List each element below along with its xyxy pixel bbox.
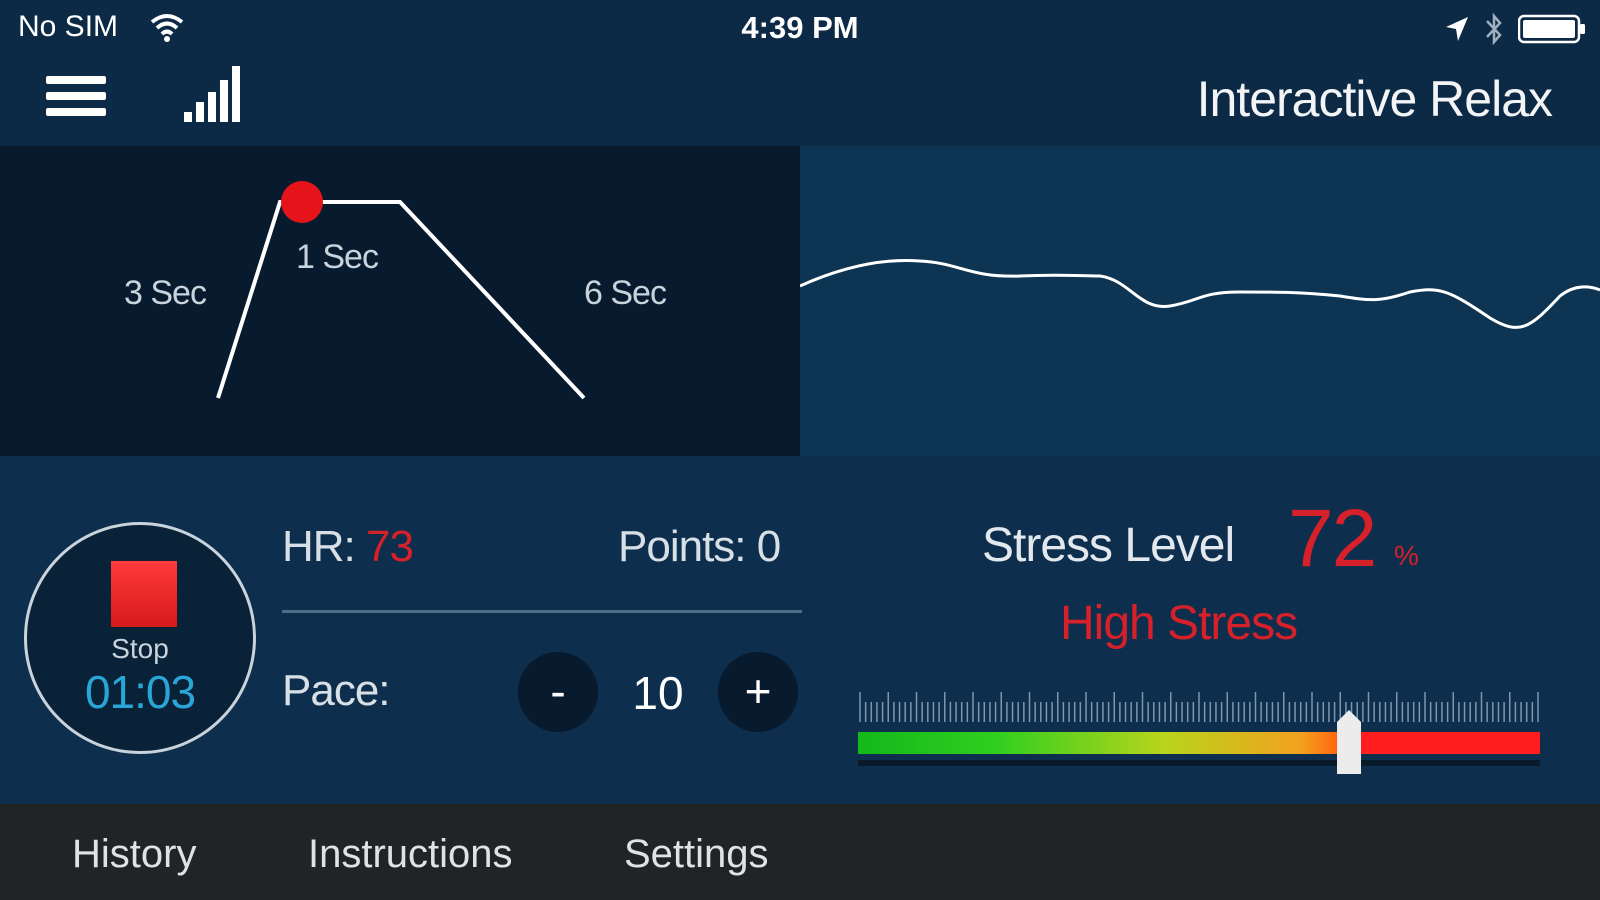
pace-value: 10 xyxy=(632,667,684,719)
stop-button[interactable]: Stop 01:03 xyxy=(24,522,256,754)
stress-level-unit: % xyxy=(1394,540,1419,571)
signal-bars-icon[interactable] xyxy=(182,64,244,129)
pace-increase-button[interactable]: + xyxy=(718,652,798,732)
hr-value: 73 xyxy=(366,522,414,571)
app-title: Interactive Relax xyxy=(1196,71,1553,127)
heart-rate-readout: HR: 73 xyxy=(282,522,414,572)
tab-settings[interactable]: Settings xyxy=(624,832,769,877)
breathing-pattern-panel: 3 Sec 1 Sec 6 Sec xyxy=(0,146,800,456)
gauge-ticks xyxy=(859,692,1539,722)
stop-icon xyxy=(111,561,177,627)
session-timer: 01:03 xyxy=(84,666,196,718)
heart-rate-wave-panel xyxy=(800,146,1600,456)
exhale-duration-label: 6 Sec xyxy=(584,274,667,312)
divider xyxy=(282,610,802,613)
gauge-thumb[interactable] xyxy=(1337,710,1362,774)
inhale-duration-label: 3 Sec xyxy=(124,274,207,312)
tab-history[interactable]: History xyxy=(72,832,196,877)
bluetooth-icon xyxy=(1484,12,1504,51)
clock: 4:39 PM xyxy=(741,10,859,45)
location-arrow-icon xyxy=(1444,15,1470,48)
breathing-curve xyxy=(216,181,586,400)
battery-icon xyxy=(1517,14,1586,49)
stop-label: Stop xyxy=(111,633,169,664)
hold-duration-label: 1 Sec xyxy=(296,238,379,276)
tab-instructions[interactable]: Instructions xyxy=(308,832,513,877)
status-bar: No SIM 4:39 PM xyxy=(0,0,1600,58)
pace-decrease-button[interactable]: - xyxy=(518,652,598,732)
hr-label: HR: xyxy=(282,522,356,571)
points-readout: Points: 0 xyxy=(618,522,781,571)
menu-icon[interactable] xyxy=(46,76,106,122)
stress-gauge xyxy=(858,688,1540,778)
stress-status: High Stress xyxy=(1060,597,1298,650)
nav-bar: Interactive Relax xyxy=(0,58,1600,146)
gauge-base xyxy=(858,760,1540,766)
tab-bar: History Instructions Settings xyxy=(0,804,1600,900)
session-controls: Stop 01:03 HR: 73 Points: 0 Pace: - 10 +… xyxy=(0,456,1600,804)
gauge-track xyxy=(858,732,1540,754)
stress-level-label: Stress Level xyxy=(982,519,1235,572)
heart-rate-waveform xyxy=(800,259,1600,329)
breath-position-dot xyxy=(281,181,323,223)
pace-label: Pace: xyxy=(282,666,391,715)
stress-level-value: 72 xyxy=(1288,493,1377,584)
